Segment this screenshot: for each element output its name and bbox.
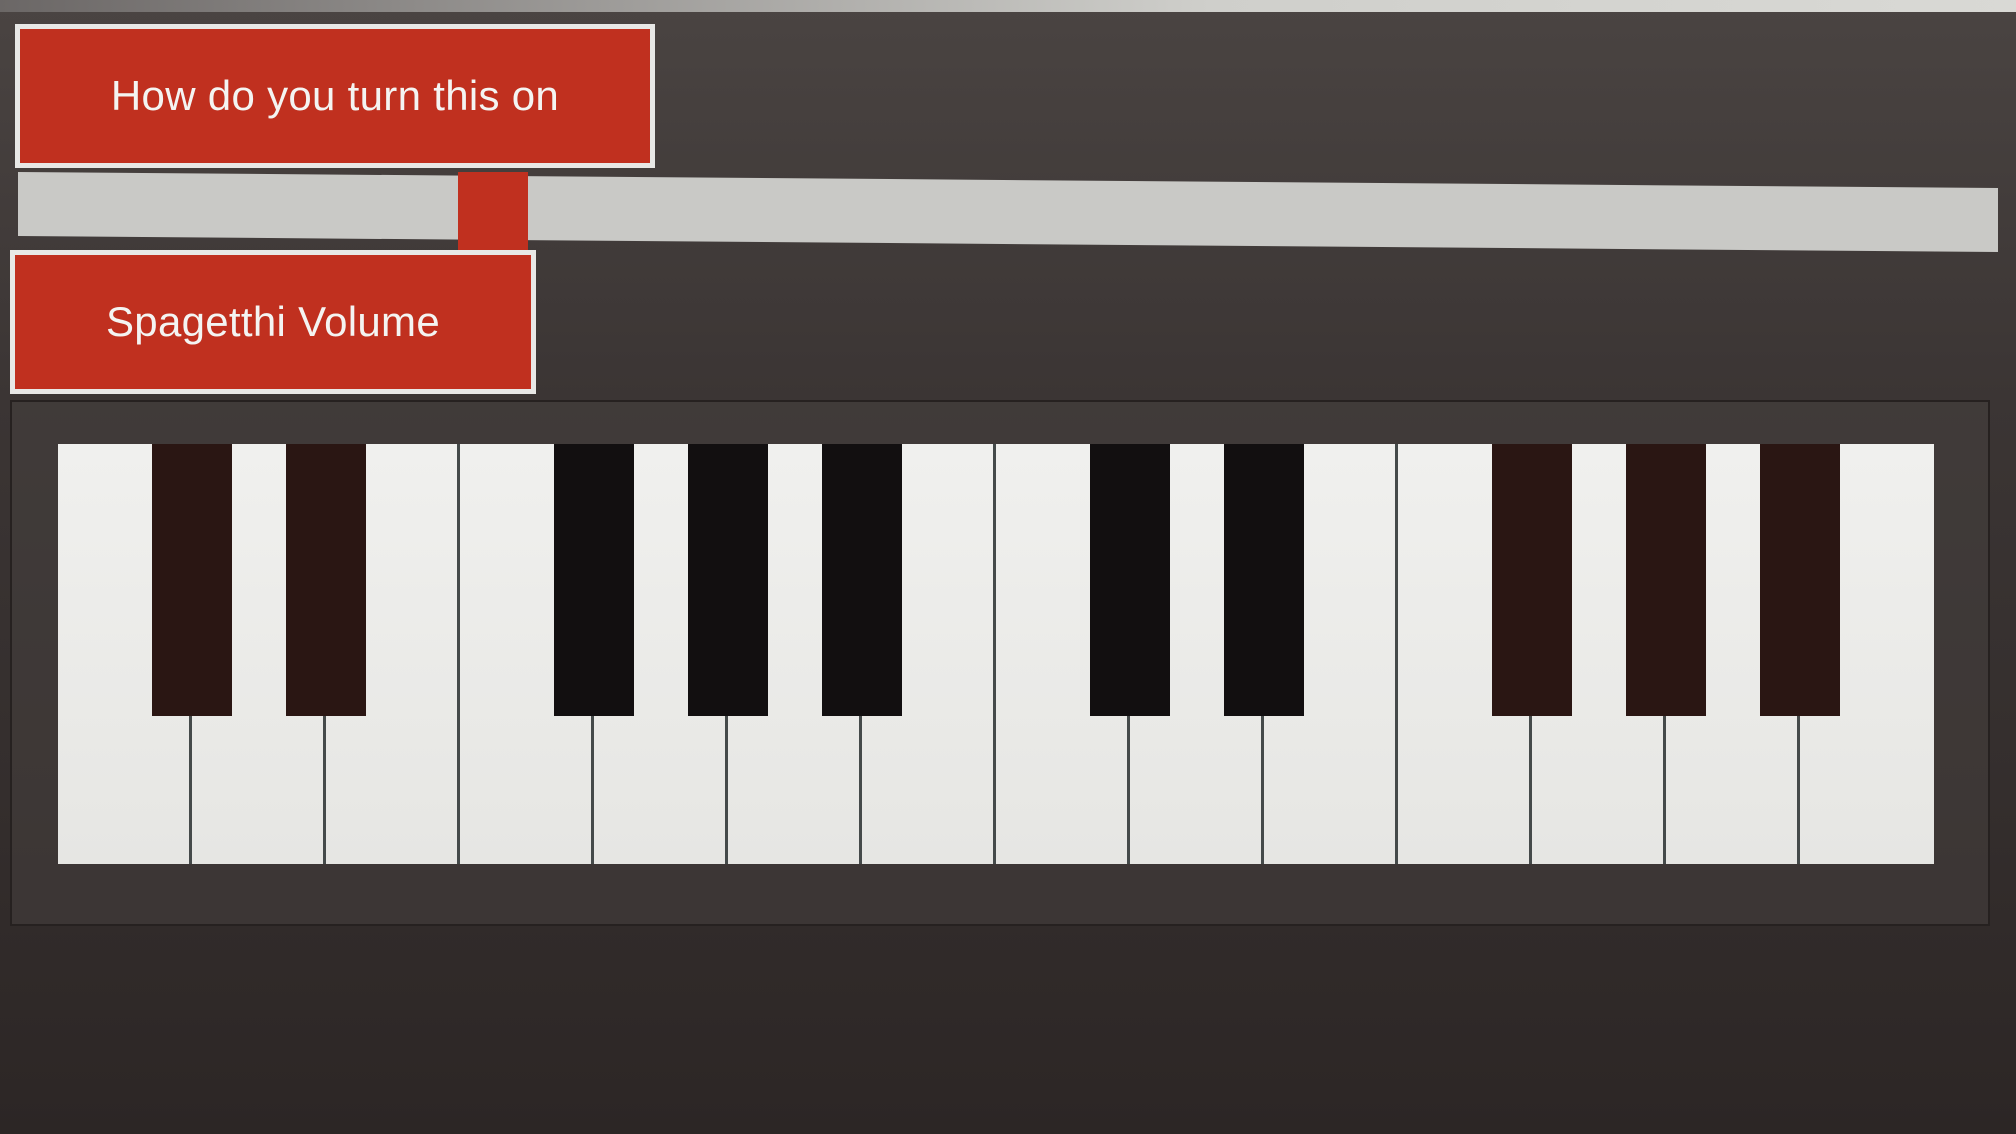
black-key[interactable] (1759, 444, 1841, 716)
black-key[interactable] (151, 444, 233, 716)
volume-slider[interactable] (18, 172, 1998, 252)
black-key[interactable] (1089, 444, 1171, 716)
black-key[interactable] (1625, 444, 1707, 716)
black-key[interactable] (821, 444, 903, 716)
volume-slider-track[interactable] (18, 172, 1998, 252)
how-to-turn-on-button[interactable]: How do you turn this on (15, 24, 655, 168)
black-key[interactable] (285, 444, 367, 716)
black-key[interactable] (1223, 444, 1305, 716)
app-page: How do you turn this on Spagetthi Volume (0, 0, 2016, 1134)
black-key[interactable] (687, 444, 769, 716)
black-key[interactable] (1491, 444, 1573, 716)
volume-slider-thumb[interactable] (458, 172, 529, 250)
spaghetti-volume-button[interactable]: Spagetthi Volume (10, 250, 536, 394)
window-top-strip (0, 0, 2016, 12)
black-key[interactable] (553, 444, 635, 716)
piano-keyboard (58, 444, 1934, 864)
